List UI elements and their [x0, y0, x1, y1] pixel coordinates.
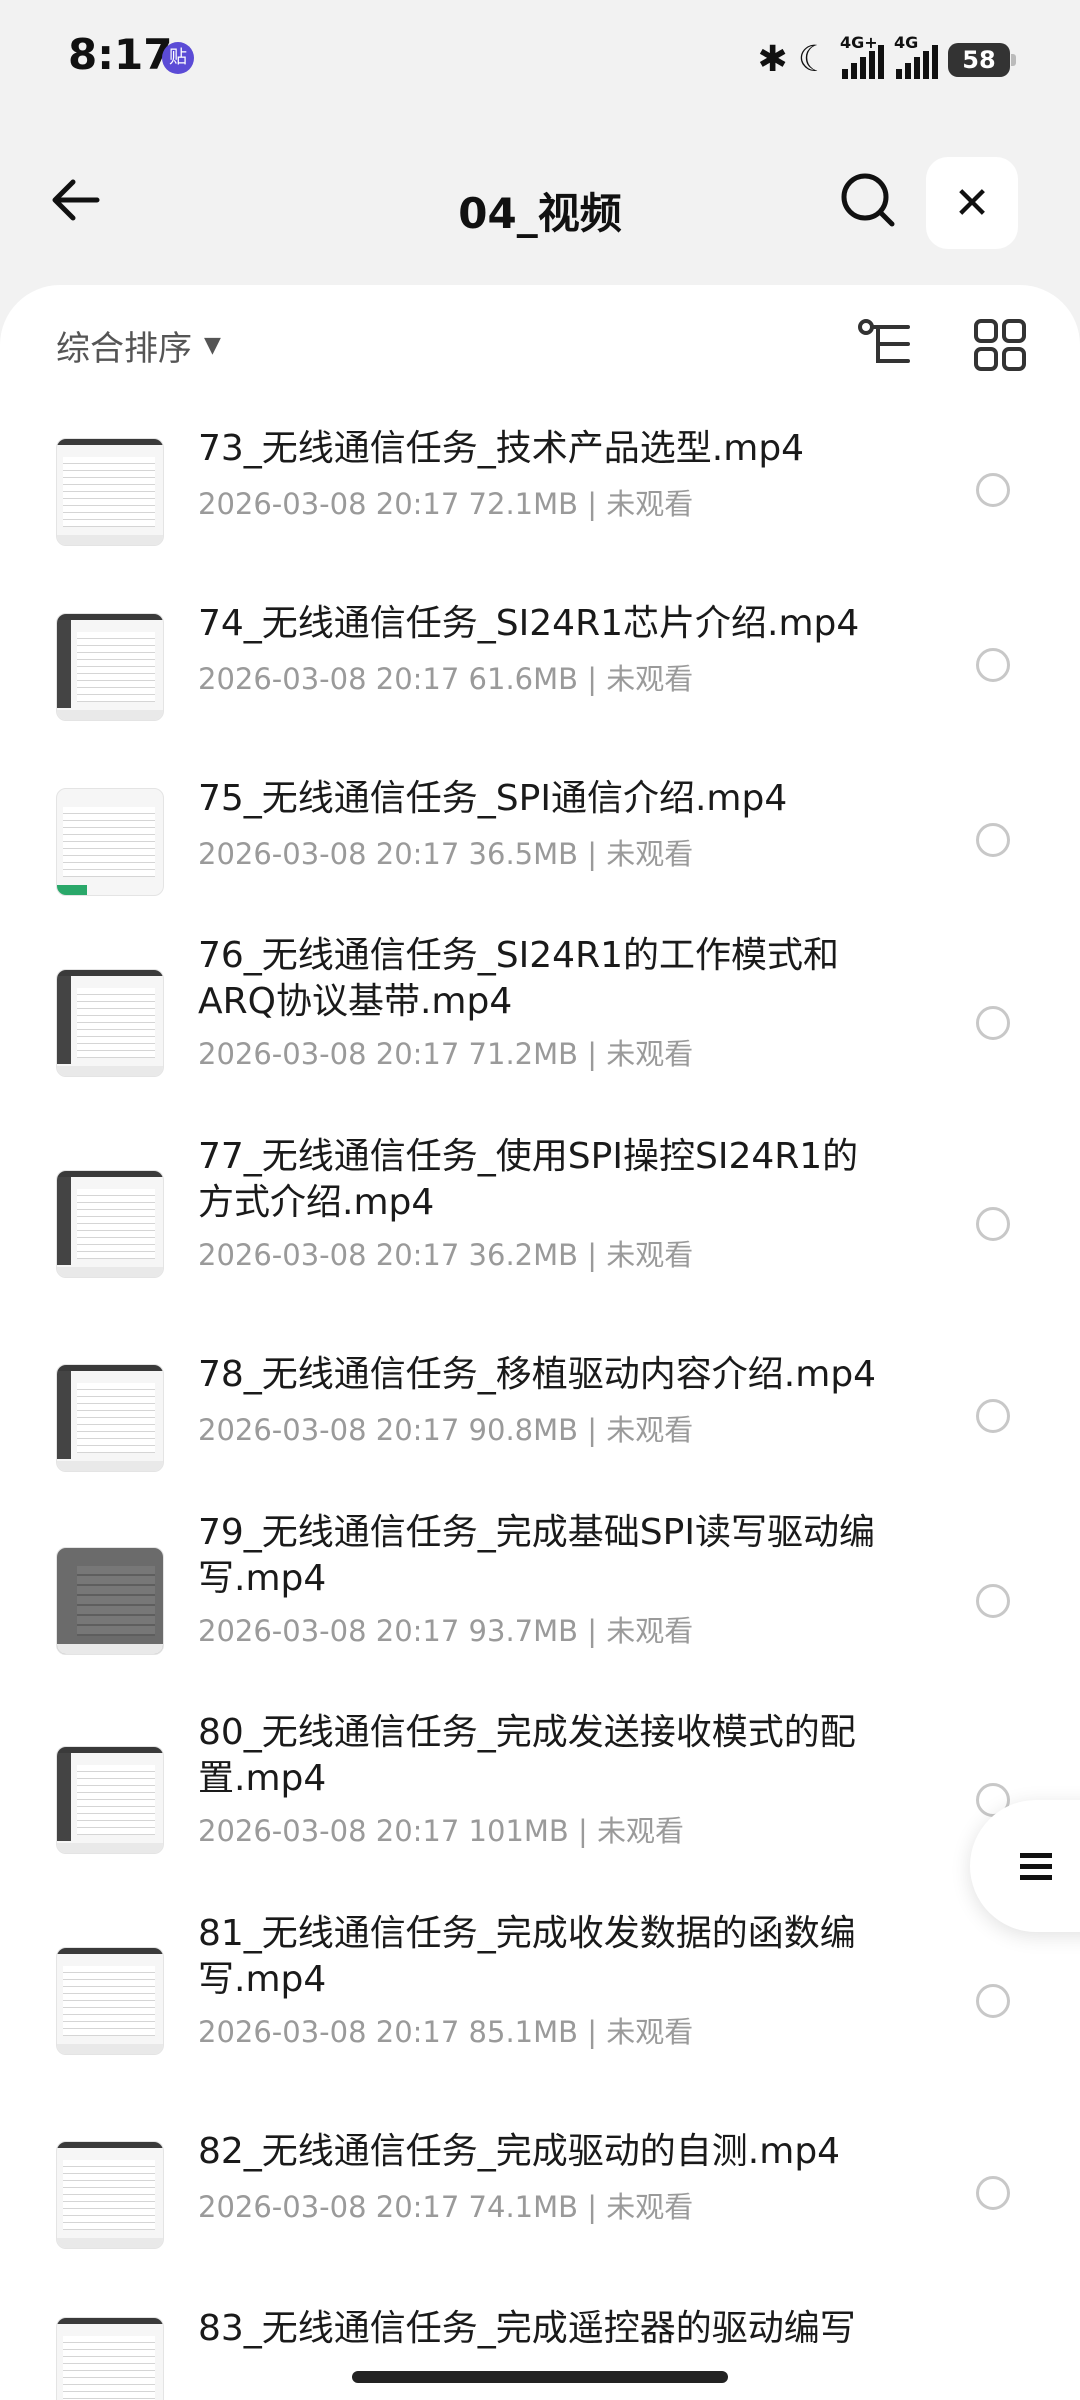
file-name: 81_无线通信任务_完成收发数据的函数编写.mp4: [198, 1913, 856, 2000]
file-name: 79_无线通信任务_完成基础SPI读写驱动编写.mp4: [198, 1512, 875, 1599]
grid-icon: [974, 319, 1026, 371]
select-radio[interactable]: [976, 1399, 1010, 1433]
status-icons: ✱ ☾ 4G+ 4G 58: [757, 33, 1016, 84]
sort-dropdown[interactable]: 综合排序 ▼: [56, 321, 221, 370]
bluetooth-icon: ✱: [757, 39, 788, 80]
search-icon: [841, 173, 895, 227]
file-list-panel: 综合排序 ▼ 73_无线通信任务_技术产品选型.mp4 2026-03-08 2…: [0, 285, 1080, 2400]
file-item[interactable]: 79_无线通信任务_完成基础SPI读写驱动编写.mp4 2026-03-08 2…: [0, 1507, 1080, 1707]
file-name: 82_无线通信任务_完成驱动的自测.mp4: [198, 2131, 841, 2172]
file-item[interactable]: 81_无线通信任务_完成收发数据的函数编写.mp4 2026-03-08 20:…: [0, 1908, 1080, 2108]
file-item[interactable]: 83_无线通信任务_完成遥控器的驱动编写: [0, 2284, 1080, 2400]
file-meta: 2026-03-08 20:17 85.1MB | 未观看: [198, 2015, 694, 2049]
file-name: 75_无线通信任务_SPI通信介绍.mp4: [198, 778, 788, 819]
file-item[interactable]: 80_无线通信任务_完成发送接收模式的配置.mp4 2026-03-08 20:…: [0, 1707, 1080, 1908]
do-not-disturb-moon-icon: ☾: [797, 39, 830, 80]
file-name: 77_无线通信任务_使用SPI操控SI24R1的方式介绍.mp4: [198, 1136, 859, 1223]
video-thumbnail: [56, 1364, 164, 1472]
video-thumbnail: [56, 2141, 164, 2249]
file-meta: 2026-03-08 20:17 74.1MB | 未观看: [198, 2190, 694, 2224]
file-item[interactable]: 82_无线通信任务_完成驱动的自测.mp4 2026-03-08 20:17 7…: [0, 2108, 1080, 2284]
file-name: 73_无线通信任务_技术产品选型.mp4: [198, 428, 805, 469]
tree-structure-icon: [858, 319, 910, 363]
status-bar: 8:17 贴 ✱ ☾ 4G+ 4G 58: [0, 0, 1080, 120]
close-button[interactable]: ✕: [926, 157, 1018, 249]
file-item[interactable]: 77_无线通信任务_使用SPI操控SI24R1的方式介绍.mp4 2026-03…: [0, 1131, 1080, 1331]
nav-bar: 04_视频 ✕: [0, 140, 1080, 270]
page-title: 04_视频: [458, 189, 622, 238]
video-thumbnail: [56, 438, 164, 546]
video-thumbnail: [56, 1746, 164, 1854]
grid-view-button[interactable]: [970, 315, 1030, 375]
tree-view-button[interactable]: [856, 315, 916, 375]
file-name: 76_无线通信任务_SI24R1的工作模式和ARQ协议基带.mp4: [198, 935, 840, 1022]
network-type-label-2: 4G: [894, 33, 919, 52]
file-meta: 2026-03-08 20:17 72.1MB | 未观看: [198, 487, 694, 521]
signal-4g-plus-icon: 4G+: [840, 33, 884, 79]
video-thumbnail: [56, 1947, 164, 2055]
video-thumbnail: [56, 613, 164, 721]
video-thumbnail: [56, 1547, 164, 1655]
file-meta: 2026-03-08 20:17 36.5MB | 未观看: [198, 837, 694, 871]
notification-app-icon: 贴: [162, 42, 194, 74]
home-indicator[interactable]: [352, 2371, 728, 2383]
file-meta: 2026-03-08 20:17 90.8MB | 未观看: [198, 1413, 694, 1447]
select-radio[interactable]: [976, 648, 1010, 682]
file-meta: 2026-03-08 20:17 93.7MB | 未观看: [198, 1614, 694, 1648]
search-button[interactable]: [830, 162, 906, 238]
file-item[interactable]: 75_无线通信任务_SPI通信介绍.mp4 2026-03-08 20:17 3…: [0, 755, 1080, 930]
file-item[interactable]: 73_无线通信任务_技术产品选型.mp4 2026-03-08 20:17 72…: [0, 405, 1080, 580]
file-meta: 2026-03-08 20:17 36.2MB | 未观看: [198, 1238, 694, 1272]
file-item[interactable]: 76_无线通信任务_SI24R1的工作模式和ARQ协议基带.mp4 2026-0…: [0, 930, 1080, 1131]
select-radio[interactable]: [976, 2176, 1010, 2210]
file-name: 78_无线通信任务_移植驱动内容介绍.mp4: [198, 1354, 877, 1395]
file-name: 74_无线通信任务_SI24R1芯片介绍.mp4: [198, 603, 860, 644]
file-meta: 2026-03-08 20:17 61.6MB | 未观看: [198, 662, 694, 696]
signal-4g-icon: 4G: [894, 33, 938, 79]
select-radio[interactable]: [976, 473, 1010, 507]
battery-icon: 58: [948, 43, 1016, 77]
file-item[interactable]: 78_无线通信任务_移植驱动内容介绍.mp4 2026-03-08 20:17 …: [0, 1331, 1080, 1507]
file-list: 73_无线通信任务_技术产品选型.mp4 2026-03-08 20:17 72…: [0, 405, 1080, 2400]
file-meta: 2026-03-08 20:17 101MB | 未观看: [198, 1814, 685, 1848]
sort-toolbar: 综合排序 ▼: [0, 285, 1080, 405]
select-radio[interactable]: [976, 823, 1010, 857]
select-radio[interactable]: [976, 1006, 1010, 1040]
video-thumbnail: [56, 969, 164, 1077]
select-radio[interactable]: [976, 1584, 1010, 1618]
close-icon: ✕: [953, 177, 991, 229]
file-item[interactable]: 74_无线通信任务_SI24R1芯片介绍.mp4 2026-03-08 20:1…: [0, 580, 1080, 755]
status-time: 8:17: [68, 30, 173, 79]
caret-down-icon: ▼: [204, 333, 221, 358]
select-radio[interactable]: [976, 1984, 1010, 2018]
video-thumbnail: [56, 788, 164, 896]
sort-label: 综合排序: [56, 329, 192, 369]
video-thumbnail: [56, 2317, 164, 2400]
menu-icon: [1020, 1847, 1052, 1886]
file-meta: 2026-03-08 20:17 71.2MB | 未观看: [198, 1037, 694, 1071]
video-thumbnail: [56, 1170, 164, 1278]
select-radio[interactable]: [976, 1207, 1010, 1241]
file-name: 80_无线通信任务_完成发送接收模式的配置.mp4: [198, 1712, 856, 1799]
network-type-label: 4G+: [840, 33, 878, 52]
file-name: 83_无线通信任务_完成遥控器的驱动编写: [198, 2308, 856, 2349]
